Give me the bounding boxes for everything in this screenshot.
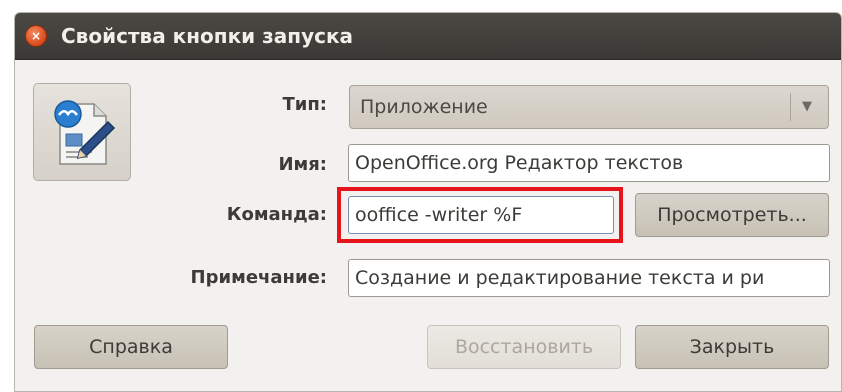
title-bar: × Свойства кнопки запуска	[15, 13, 841, 60]
openoffice-writer-icon	[54, 100, 116, 165]
type-label: Тип:	[282, 94, 327, 115]
browse-button[interactable]: Просмотреть...	[635, 193, 829, 237]
comment-field[interactable]: Создание и редактирование текста и ри	[348, 259, 830, 297]
help-button[interactable]: Справка	[34, 325, 228, 369]
command-label: Команда:	[226, 204, 327, 225]
close-window-icon[interactable]: ×	[25, 25, 47, 47]
launcher-properties-dialog: × Свойства кнопки запуска Тип: Приложени…	[14, 12, 842, 392]
name-label: Имя:	[278, 154, 327, 175]
type-dropdown-value: Приложение	[360, 96, 488, 118]
launcher-icon-button[interactable]	[33, 83, 131, 181]
chevron-down-icon: ▼	[802, 99, 812, 114]
revert-button: Восстановить	[427, 325, 621, 369]
name-field[interactable]: OpenOffice.org Редактор текстов	[348, 144, 830, 182]
window-title: Свойства кнопки запуска	[61, 24, 354, 48]
comment-label: Примечание:	[190, 267, 327, 288]
type-dropdown[interactable]: Приложение ▼	[349, 85, 829, 129]
close-button[interactable]: Закрыть	[635, 325, 829, 369]
dropdown-separator	[790, 93, 791, 121]
command-highlight-box	[337, 187, 623, 243]
